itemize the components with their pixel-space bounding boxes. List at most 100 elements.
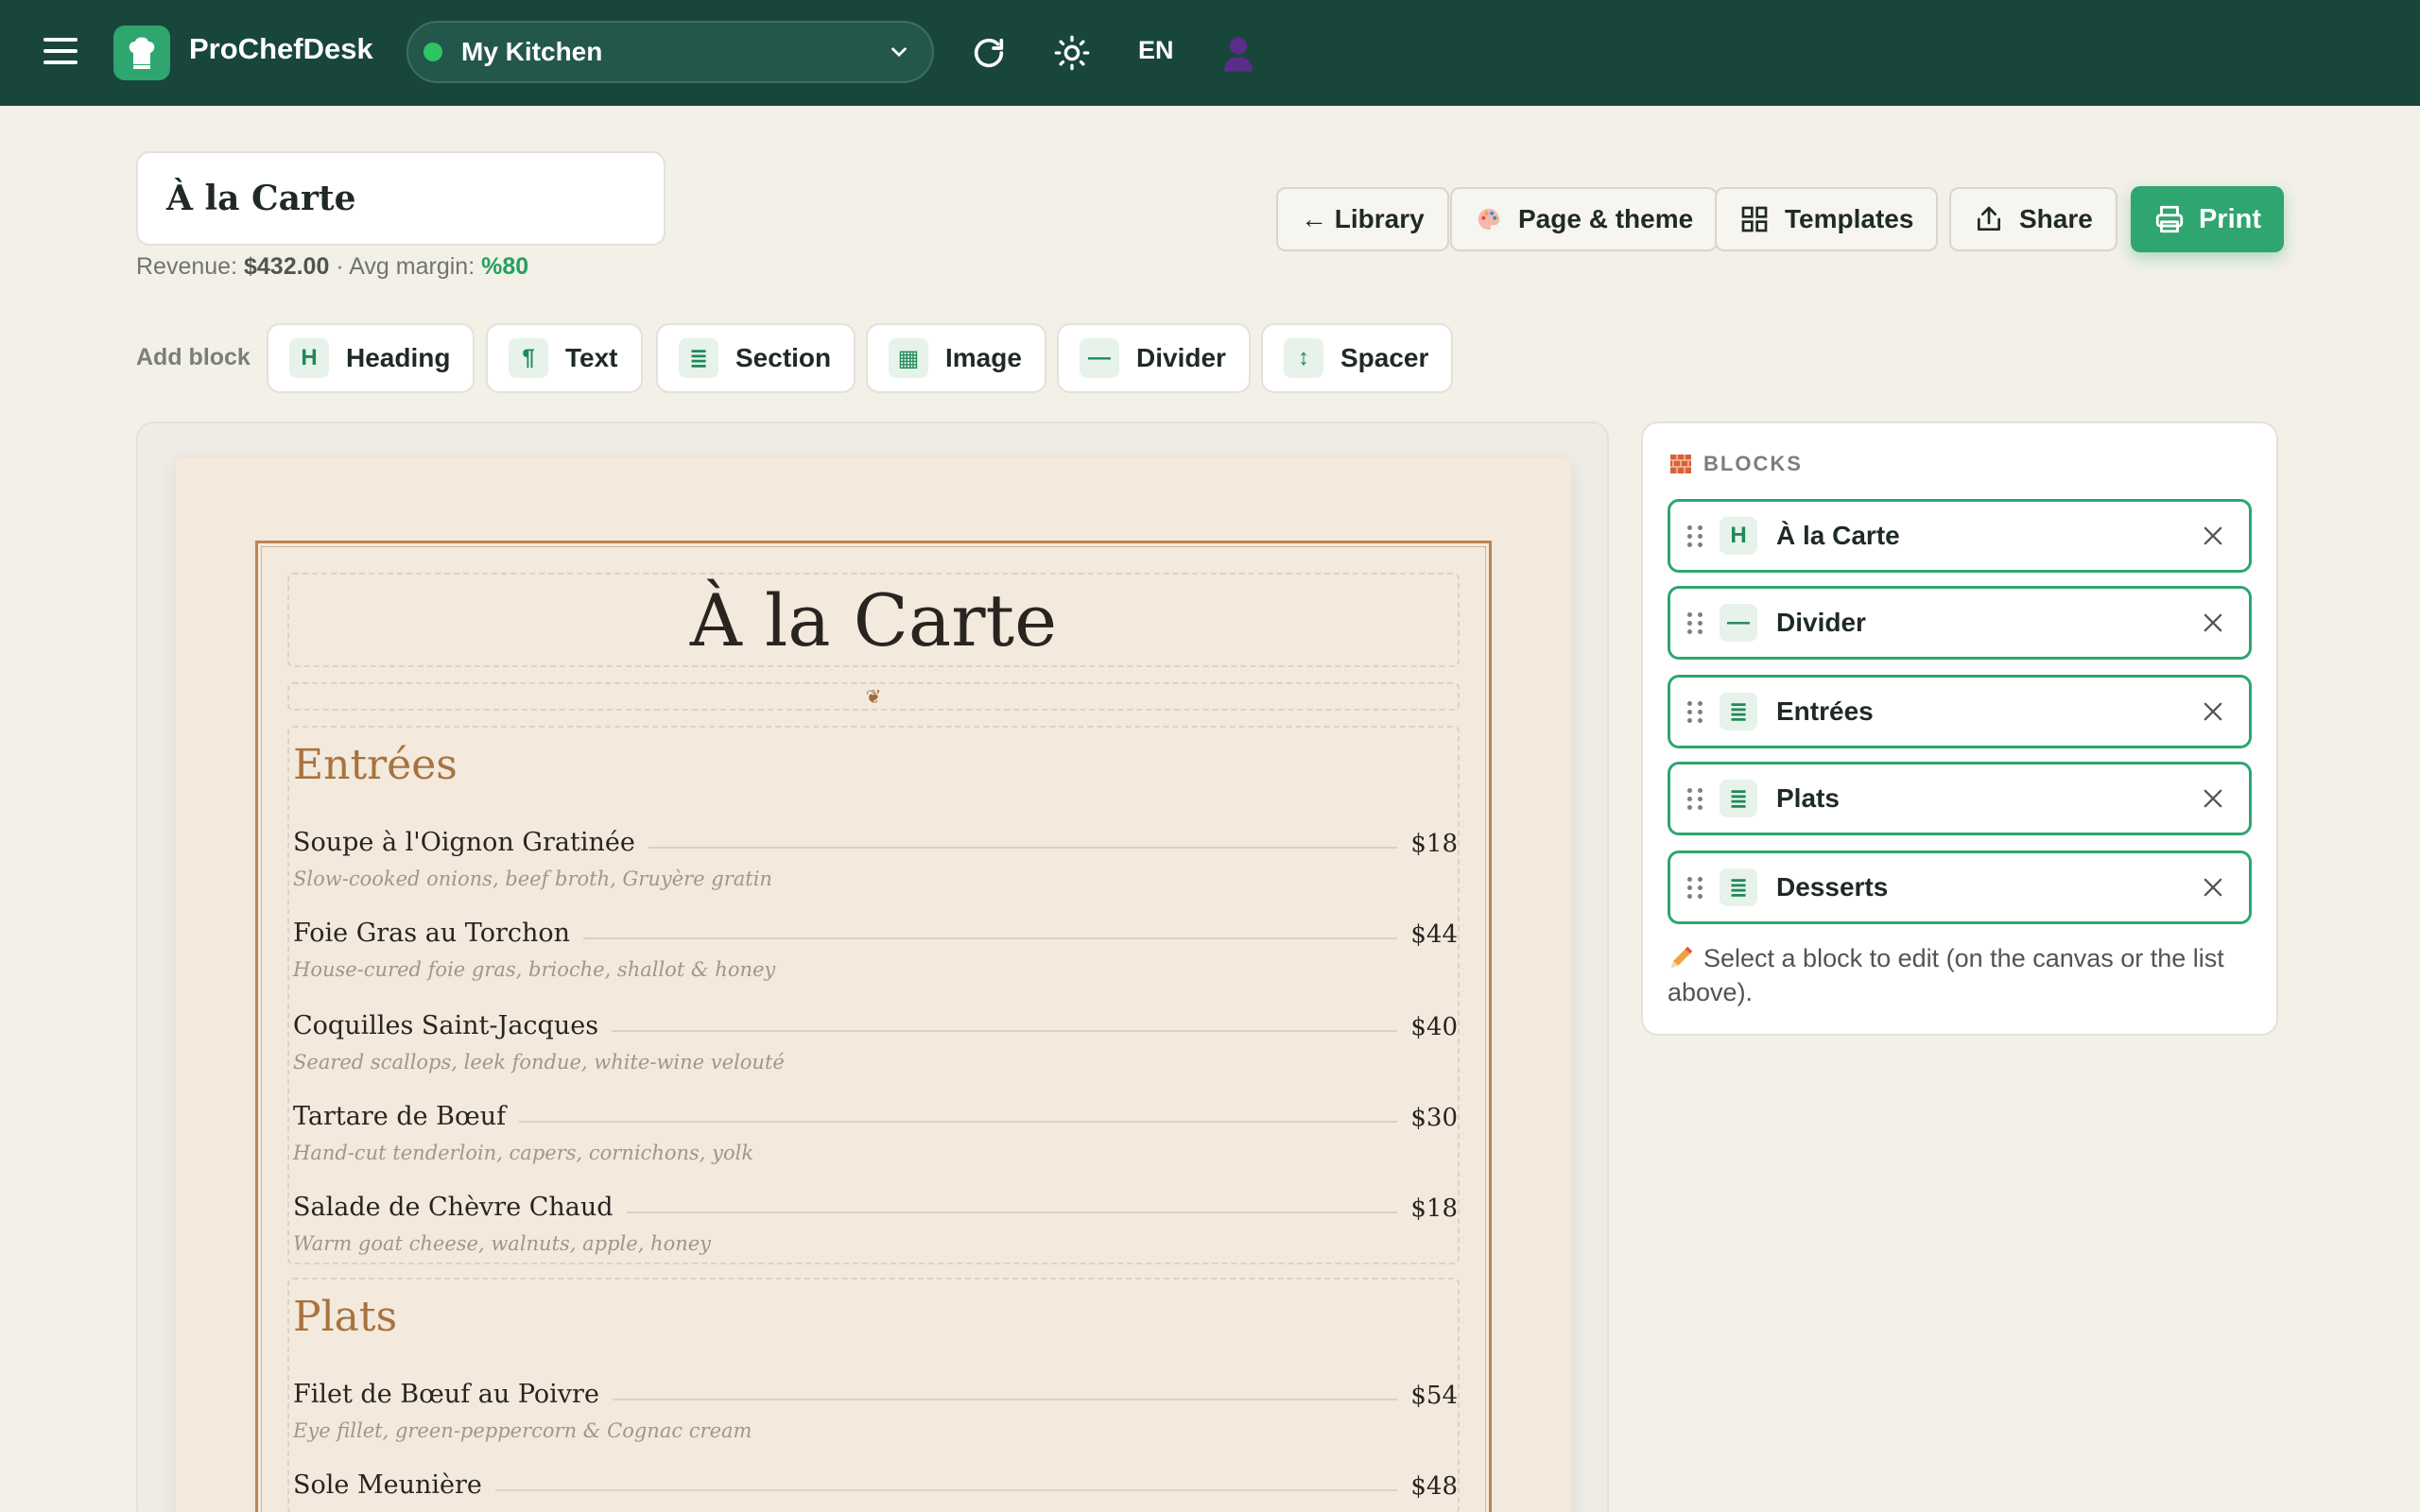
- pencil-icon: [1670, 946, 1693, 969]
- blocks-panel-header: BLOCKS: [1669, 452, 1803, 476]
- margin-label: · Avg margin:: [336, 253, 475, 280]
- divider-icon: —: [1080, 338, 1119, 378]
- list-icon: ≣: [1720, 868, 1757, 906]
- revenue-value: $432.00: [243, 253, 330, 280]
- paragraph-icon: ¶: [509, 338, 548, 378]
- item-name: Coquilles Saint-Jacques: [293, 1011, 613, 1040]
- page-theme-button[interactable]: Page & theme: [1450, 187, 1719, 251]
- menu-item: Foie Gras au Torchon $44 House-cured foi…: [293, 919, 1458, 1004]
- heading-icon: H: [1720, 517, 1757, 555]
- item-description: Seared scallops, leek fondue, white-wine…: [293, 1051, 785, 1074]
- fleuron-ornament-icon: ❦: [865, 686, 882, 708]
- menu-item: Coquilles Saint-Jacques $40 Seared scall…: [293, 1011, 1458, 1096]
- edit-hint-text: Select a block to edit (on the canvas or…: [1668, 944, 2224, 1006]
- print-button[interactable]: Print: [2131, 186, 2284, 252]
- chef-hat-logo-icon: [113, 26, 170, 80]
- printer-icon: [2153, 203, 2186, 235]
- palette-icon: [1475, 205, 1503, 233]
- kitchen-selector[interactable]: My Kitchen: [406, 21, 934, 83]
- top-bar: ProChefDesk My Kitchen EN: [0, 0, 2420, 106]
- templates-label: Templates: [1785, 204, 1914, 233]
- menu-title: À la Carte: [689, 577, 1058, 662]
- list-icon: ≣: [679, 338, 718, 378]
- item-price: $54: [1397, 1382, 1458, 1410]
- item-name: Salade de Chèvre Chaud: [293, 1193, 627, 1222]
- menu-name-input[interactable]: À la Carte: [136, 151, 666, 246]
- item-price: $44: [1397, 920, 1458, 949]
- item-name: Filet de Bœuf au Poivre: [293, 1380, 613, 1409]
- close-icon[interactable]: [2200, 523, 2226, 549]
- drag-handle-icon[interactable]: [1687, 788, 1703, 810]
- block-label: Entrées: [1776, 696, 1874, 726]
- refresh-icon[interactable]: [968, 32, 1010, 74]
- block-label: Desserts: [1776, 872, 1889, 902]
- share-upload-icon: [1974, 204, 2004, 234]
- revenue-label: Revenue:: [136, 253, 238, 280]
- list-icon: ≣: [1720, 693, 1757, 730]
- user-avatar-icon[interactable]: [1218, 32, 1259, 74]
- item-name: Soupe à l'Oignon Gratinée: [293, 828, 648, 857]
- canvas-divider-block[interactable]: ❦: [287, 682, 1460, 711]
- share-label: Share: [2019, 204, 2093, 233]
- templates-button[interactable]: Templates: [1715, 187, 1939, 251]
- drag-handle-icon[interactable]: [1687, 701, 1703, 723]
- spacer-arrows-icon: ↕: [1284, 338, 1323, 378]
- print-label: Print: [2198, 203, 2262, 234]
- drag-handle-icon[interactable]: [1687, 525, 1703, 547]
- add-spacer-button[interactable]: ↕ Spacer: [1261, 323, 1454, 393]
- kitchen-name: My Kitchen: [461, 37, 603, 66]
- menu-stats: Revenue: $432.00 · Avg margin: %80: [136, 253, 528, 281]
- add-divider-button[interactable]: — Divider: [1057, 323, 1251, 393]
- add-heading-button[interactable]: H Heading: [267, 323, 475, 393]
- item-price: $18: [1397, 830, 1458, 858]
- close-icon[interactable]: [2200, 698, 2226, 725]
- list-icon: ≣: [1720, 780, 1757, 817]
- close-icon[interactable]: [2200, 610, 2226, 636]
- menu-item: Filet de Bœuf au Poivre $54 Eye fillet, …: [293, 1380, 1458, 1465]
- margin-value: %80: [481, 253, 529, 280]
- brand-name: ProChefDesk: [189, 32, 373, 65]
- canvas-section-entrees[interactable]: Entrées Soupe à l'Oignon Gratinée $18 Sl…: [287, 726, 1460, 1264]
- share-button[interactable]: Share: [1949, 187, 2118, 251]
- menu-item: Soupe à l'Oignon Gratinée $18 Slow-cooke…: [293, 828, 1458, 913]
- close-icon[interactable]: [2200, 874, 2226, 901]
- language-toggle[interactable]: EN: [1138, 36, 1174, 65]
- add-section-button[interactable]: ≣ Section: [656, 323, 856, 393]
- section-title: Entrées: [293, 741, 458, 789]
- library-button[interactable]: ← Library: [1276, 187, 1449, 251]
- block-row-heading[interactable]: H À la Carte: [1668, 499, 2252, 573]
- add-image-button[interactable]: ▦ Image: [866, 323, 1046, 393]
- heading-icon: H: [289, 338, 329, 378]
- page-theme-label: Page & theme: [1518, 204, 1694, 233]
- item-name: Sole Meunière: [293, 1470, 495, 1500]
- add-image-label: Image: [945, 343, 1022, 372]
- item-description: Warm goat cheese, walnuts, apple, honey: [293, 1232, 712, 1255]
- chevron-down-icon: [891, 47, 907, 58]
- grid-icon: [1739, 204, 1770, 234]
- block-row-entrees[interactable]: ≣ Entrées: [1668, 675, 2252, 748]
- canvas-section-plats[interactable]: Plats Filet de Bœuf au Poivre $54 Eye fi…: [287, 1278, 1460, 1512]
- status-dot: [424, 43, 442, 61]
- bricks-icon: [1670, 455, 1691, 473]
- close-icon[interactable]: [2200, 785, 2226, 812]
- section-title: Plats: [293, 1293, 398, 1341]
- canvas-heading-block[interactable]: À la Carte: [287, 573, 1460, 667]
- menu-icon[interactable]: [43, 38, 78, 68]
- block-row-desserts[interactable]: ≣ Desserts: [1668, 850, 2252, 924]
- block-label: Plats: [1776, 783, 1840, 813]
- block-label: À la Carte: [1776, 521, 1900, 550]
- sun-theme-icon[interactable]: [1051, 32, 1093, 74]
- drag-handle-icon[interactable]: [1687, 877, 1703, 899]
- block-row-plats[interactable]: ≣ Plats: [1668, 762, 2252, 835]
- item-price: $48: [1397, 1472, 1458, 1501]
- add-block-label: Add block: [136, 344, 251, 370]
- item-description: Slow-cooked onions, beef broth, Gruyère …: [293, 868, 772, 890]
- item-price: $18: [1397, 1194, 1458, 1223]
- item-name: Foie Gras au Torchon: [293, 919, 584, 948]
- add-text-label: Text: [565, 343, 618, 372]
- item-description: Eye fillet, green-peppercorn & Cognac cr…: [293, 1419, 752, 1442]
- add-text-button[interactable]: ¶ Text: [486, 323, 643, 393]
- drag-handle-icon[interactable]: [1687, 612, 1703, 634]
- block-label: Divider: [1776, 608, 1866, 637]
- block-row-divider[interactable]: — Divider: [1668, 586, 2252, 660]
